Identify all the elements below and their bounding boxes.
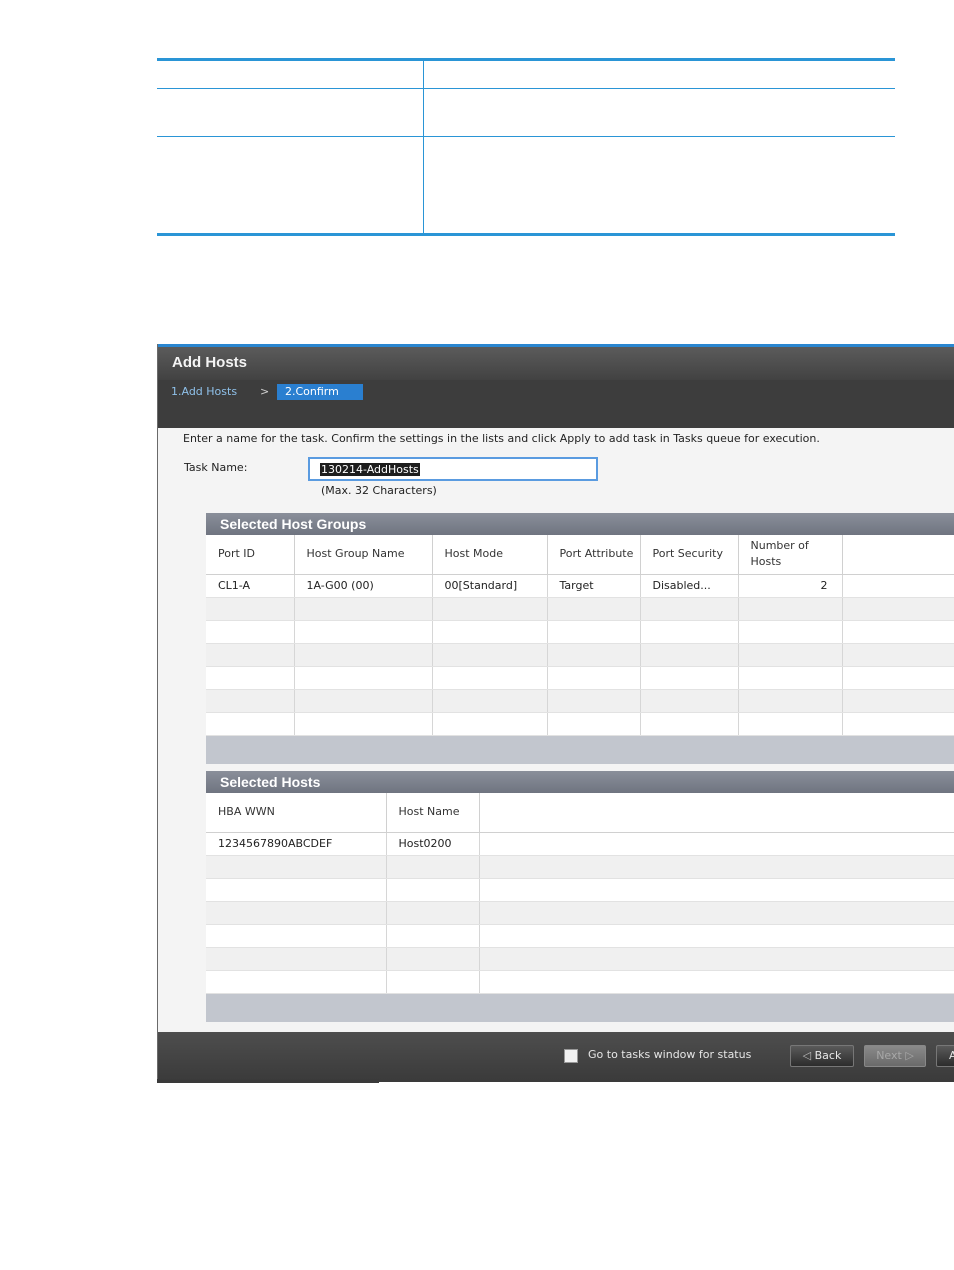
host-groups-title: Selected Host Groups (206, 513, 954, 535)
cell-filler (842, 574, 954, 598)
hosts-title: Selected Hosts (206, 771, 954, 793)
next-arrow-icon: ▷ (905, 1049, 914, 1062)
go-to-tasks-label[interactable]: Go to tasks window for status (588, 1048, 751, 1061)
step-separator: > (260, 385, 270, 398)
col-filler (842, 535, 954, 575)
cell-hba-wwn: 1234567890ABCDEF (206, 832, 387, 856)
empty-row (206, 597, 954, 621)
table-column-divider (423, 61, 424, 233)
task-name-input[interactable]: 130214-AddHosts (308, 457, 598, 481)
host-groups-footer (206, 735, 954, 764)
empty-row (206, 666, 954, 690)
hosts-table: HBA WWN Host Name 1234567890ABCDEF Host0… (206, 793, 954, 994)
task-name-value: 130214-AddHosts (320, 462, 420, 476)
cell-port-security: Disabled... (640, 574, 739, 598)
table-header-row: HBA WWN Host Name (206, 793, 954, 833)
go-to-tasks-checkbox[interactable] (564, 1049, 578, 1063)
dialog-body: Enter a name for the task. Confirm the s… (158, 428, 954, 1032)
task-name-label: Task Name: (184, 461, 248, 474)
empty-row (206, 855, 954, 879)
dialog-footer: Go to tasks window for status ◁ Back Nex… (158, 1032, 954, 1082)
dialog-header: Add Hosts (158, 344, 954, 380)
table-header-row: Port ID Host Group Name Host Mode Port A… (206, 535, 954, 575)
cell-host-name: Host0200 (386, 832, 480, 856)
col-number-of-hosts[interactable]: Number of Hosts (738, 535, 843, 575)
host-groups-table: Port ID Host Group Name Host Mode Port A… (206, 535, 954, 736)
table-bottom-rule (157, 233, 895, 236)
cell-number-of-hosts: 2 (738, 574, 843, 598)
table-top-rule (157, 58, 895, 61)
add-hosts-dialog: Add Hosts 1.Add Hosts > 2.Confirm Enter … (157, 344, 954, 1082)
next-button[interactable]: Next ▷ (864, 1045, 926, 1067)
col-port-security[interactable]: Port Security (640, 535, 739, 575)
empty-row (206, 712, 954, 736)
table-row-divider (157, 136, 895, 137)
cell-port-attribute: Target (547, 574, 641, 598)
col-host-mode[interactable]: Host Mode (432, 535, 548, 575)
max-characters-note: (Max. 32 Characters) (321, 484, 437, 497)
table-row[interactable]: CL1-A 1A-G00 (00) 00[Standard] Target Di… (206, 574, 954, 598)
step-confirm: 2.Confirm (277, 384, 363, 400)
empty-row (206, 689, 954, 713)
cell-host-group-name: 1A-G00 (00) (294, 574, 433, 598)
cell-host-mode: 00[Standard] (432, 574, 548, 598)
empty-row (206, 924, 954, 948)
wizard-steps: 1.Add Hosts > 2.Confirm (158, 380, 954, 428)
col-host-group-name[interactable]: Host Group Name (294, 535, 433, 575)
back-button-label: Back (814, 1049, 842, 1062)
empty-row (206, 878, 954, 902)
document-table (157, 58, 895, 236)
cell-filler (479, 832, 954, 856)
col-host-name[interactable]: Host Name (386, 793, 480, 833)
empty-row (206, 620, 954, 644)
col-hba-wwn[interactable]: HBA WWN (206, 793, 387, 833)
instruction-text: Enter a name for the task. Confirm the s… (183, 432, 820, 445)
empty-row (206, 947, 954, 971)
next-button-label: Next (876, 1049, 902, 1062)
apply-button[interactable]: A (936, 1045, 954, 1067)
empty-row (206, 970, 954, 994)
table-header-divider (157, 88, 895, 89)
selected-host-groups-panel: Selected Host Groups Port ID Host Group … (206, 513, 954, 764)
cell-port-id: CL1-A (206, 574, 295, 598)
back-button[interactable]: ◁ Back (790, 1045, 854, 1067)
back-arrow-icon: ◁ (802, 1049, 812, 1062)
step-add-hosts[interactable]: 1.Add Hosts (171, 385, 237, 398)
empty-row (206, 643, 954, 667)
col-port-attribute[interactable]: Port Attribute (547, 535, 641, 575)
hosts-footer (206, 993, 954, 1022)
col-filler (479, 793, 954, 833)
selected-hosts-panel: Selected Hosts HBA WWN Host Name 1234567… (206, 771, 954, 1022)
col-port-id[interactable]: Port ID (206, 535, 295, 575)
apply-button-label: A (949, 1049, 954, 1062)
dialog-title: Add Hosts (172, 354, 247, 371)
dialog-shadow-bar (157, 1079, 379, 1083)
empty-row (206, 901, 954, 925)
table-row[interactable]: 1234567890ABCDEF Host0200 (206, 832, 954, 856)
